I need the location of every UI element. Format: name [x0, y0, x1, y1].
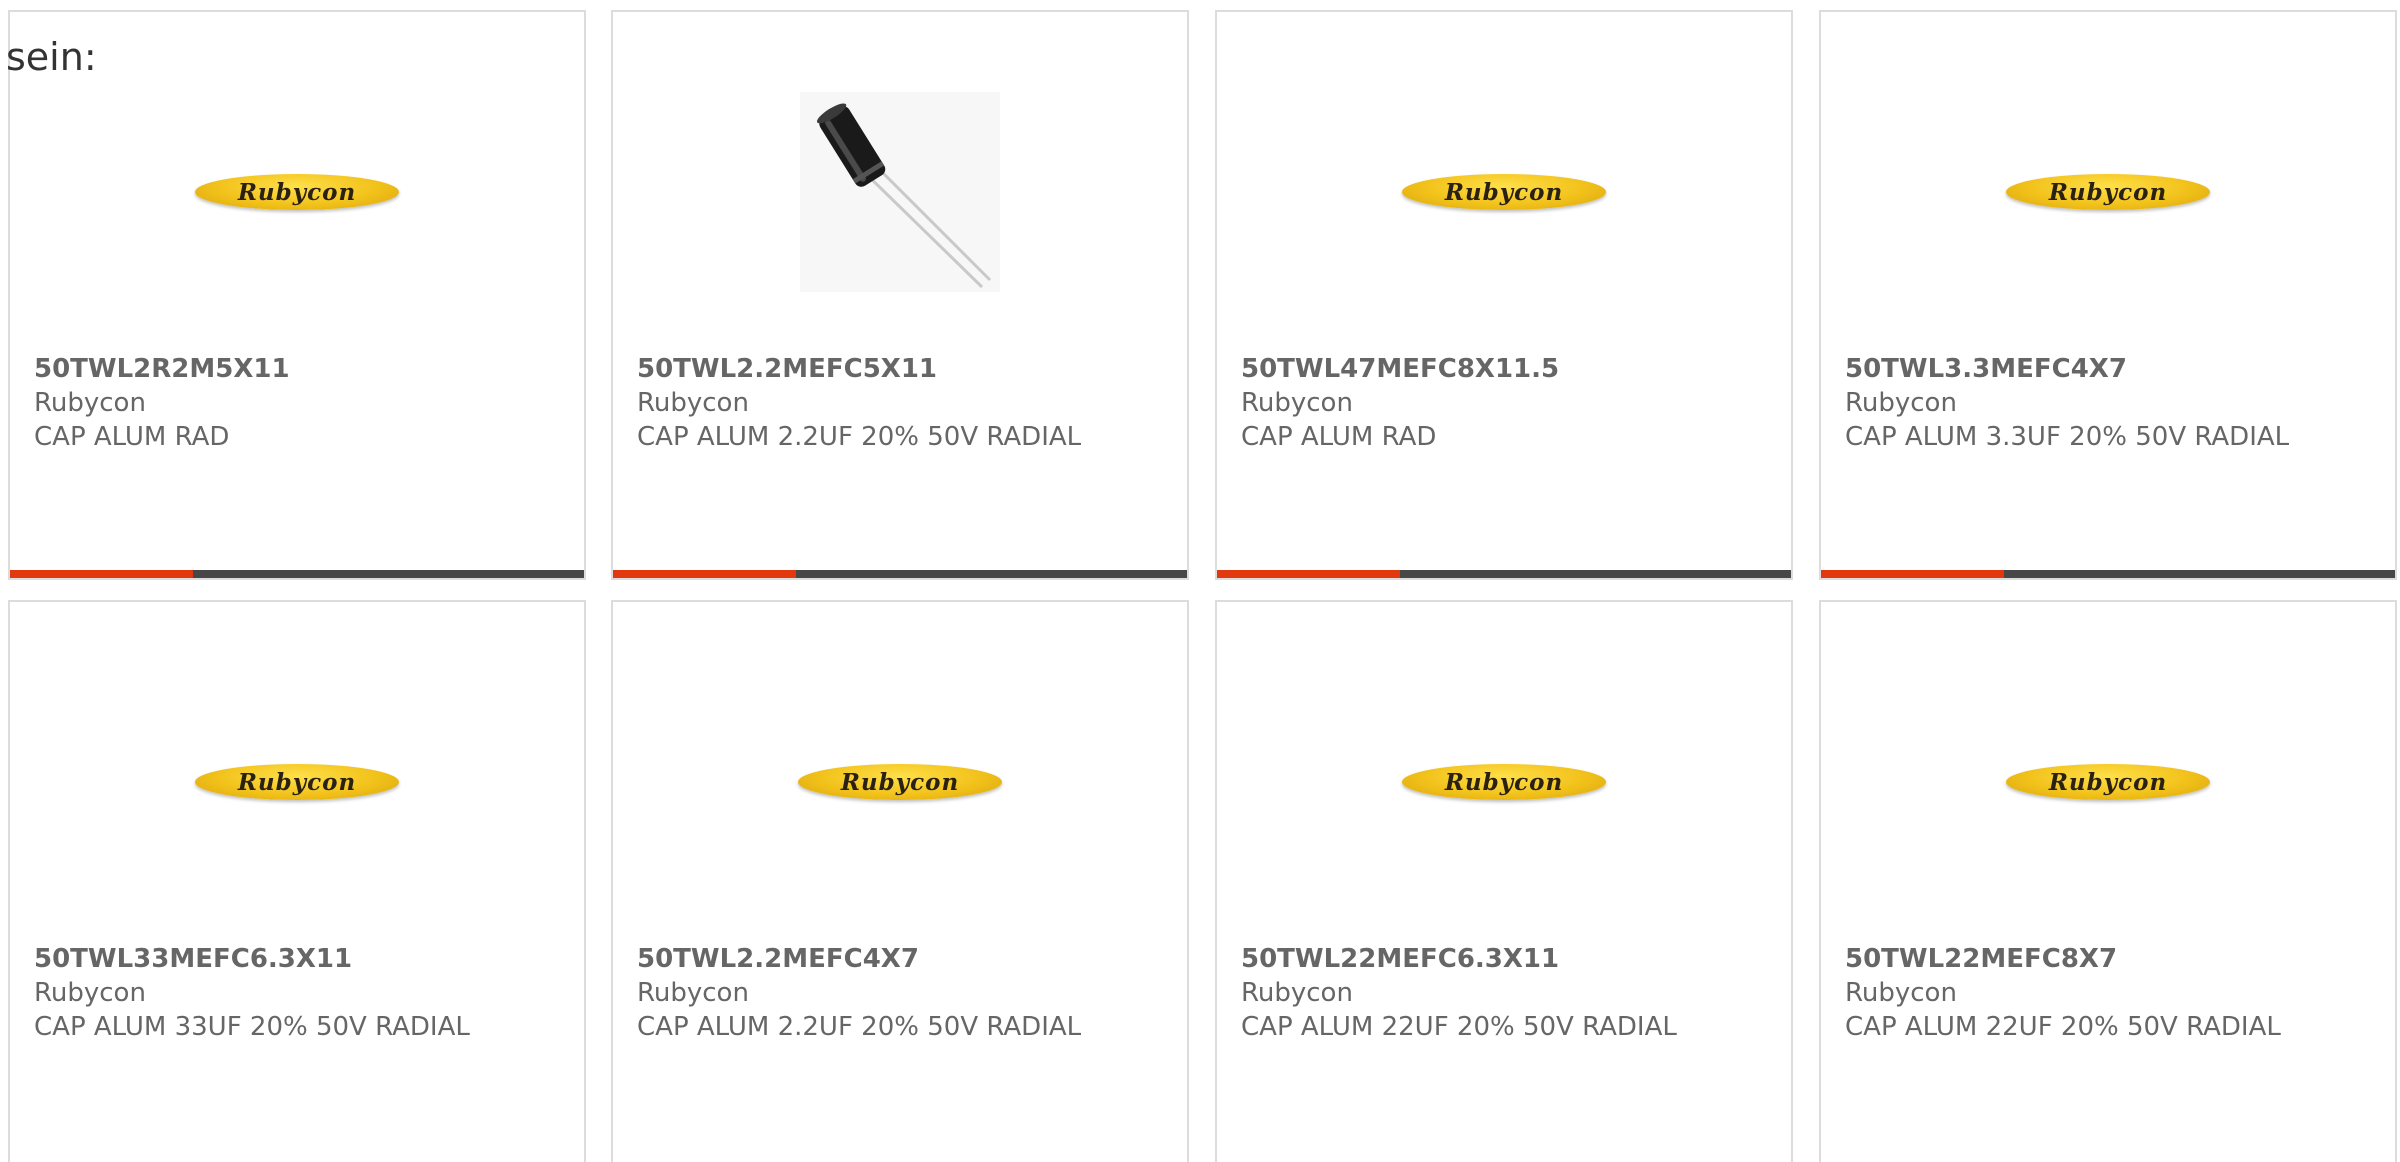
product-image[interactable]: Rubycon: [1821, 82, 2395, 302]
card-accent-bar: [10, 570, 193, 578]
manufacturer: Rubycon: [1241, 978, 1353, 1008]
rubycon-logo: Rubycon: [1402, 764, 1606, 800]
part-number[interactable]: 50TWL22MEFC6.3X11: [1241, 942, 1767, 976]
product-image[interactable]: Rubycon: [1217, 672, 1791, 892]
manufacturer: Rubycon: [34, 978, 146, 1008]
capacitor-icon: [800, 92, 1000, 292]
manufacturer: Rubycon: [1241, 388, 1353, 418]
manufacturer: Rubycon: [1845, 978, 1957, 1008]
product-card[interactable]: Rubycon 50TWL2R2M5X11 Rubycon CAP ALUM R…: [8, 10, 586, 580]
card-bottom-bar: [613, 570, 1187, 578]
description: CAP ALUM 22UF 20% 50V RADIAL: [1241, 1012, 1677, 1042]
product-info: 50TWL2R2M5X11 Rubycon CAP ALUM RAD: [34, 352, 560, 454]
card-accent-bar: [1217, 570, 1400, 578]
product-image[interactable]: Rubycon: [1821, 672, 2395, 892]
manufacturer: Rubycon: [637, 388, 749, 418]
product-image[interactable]: Rubycon: [10, 82, 584, 302]
rubycon-logo: Rubycon: [2006, 174, 2210, 210]
rubycon-logo: Rubycon: [1402, 174, 1606, 210]
description: CAP ALUM 22UF 20% 50V RADIAL: [1845, 1012, 2281, 1042]
description: CAP ALUM 33UF 20% 50V RADIAL: [34, 1012, 470, 1042]
manufacturer: Rubycon: [1845, 388, 1957, 418]
product-info: 50TWL47MEFC8X11.5 Rubycon CAP ALUM RAD: [1241, 352, 1767, 454]
product-info: 50TWL33MEFC6.3X11 Rubycon CAP ALUM 33UF …: [34, 942, 560, 1044]
capacitor-photo: [800, 92, 1000, 292]
rubycon-logo: Rubycon: [2006, 764, 2210, 800]
product-info: 50TWL2.2MEFC4X7 Rubycon CAP ALUM 2.2UF 2…: [637, 942, 1163, 1044]
description: CAP ALUM 2.2UF 20% 50V RADIAL: [637, 422, 1082, 452]
product-card[interactable]: Rubycon 50TWL22MEFC8X7 Rubycon CAP ALUM …: [1819, 600, 2397, 1162]
product-image[interactable]: Rubycon: [10, 672, 584, 892]
rubycon-logo: Rubycon: [798, 764, 1002, 800]
manufacturer: Rubycon: [34, 388, 146, 418]
product-info: 50TWL2.2MEFC5X11 Rubycon CAP ALUM 2.2UF …: [637, 352, 1163, 454]
product-info: 50TWL22MEFC6.3X11 Rubycon CAP ALUM 22UF …: [1241, 942, 1767, 1044]
lead-text: sein:: [6, 35, 97, 79]
product-card[interactable]: 50TWL2.2MEFC5X11 Rubycon CAP ALUM 2.2UF …: [611, 10, 1189, 580]
product-image[interactable]: Rubycon: [1217, 82, 1791, 302]
part-number[interactable]: 50TWL2R2M5X11: [34, 352, 560, 386]
card-bottom-bar: [10, 570, 584, 578]
manufacturer: Rubycon: [637, 978, 749, 1008]
description: CAP ALUM RAD: [34, 422, 230, 452]
product-card[interactable]: Rubycon 50TWL47MEFC8X11.5 Rubycon CAP AL…: [1215, 10, 1793, 580]
product-info: 50TWL3.3MEFC4X7 Rubycon CAP ALUM 3.3UF 2…: [1845, 352, 2371, 454]
product-grid-page: sein: Rubycon 50TWL2R2M5X11 Rubycon CAP …: [0, 0, 2400, 1162]
card-bottom-bar: [1821, 570, 2395, 578]
part-number[interactable]: 50TWL2.2MEFC5X11: [637, 352, 1163, 386]
description: CAP ALUM 3.3UF 20% 50V RADIAL: [1845, 422, 2290, 452]
part-number[interactable]: 50TWL2.2MEFC4X7: [637, 942, 1163, 976]
product-info: 50TWL22MEFC8X7 Rubycon CAP ALUM 22UF 20%…: [1845, 942, 2371, 1044]
product-card[interactable]: Rubycon 50TWL2.2MEFC4X7 Rubycon CAP ALUM…: [611, 600, 1189, 1162]
part-number[interactable]: 50TWL47MEFC8X11.5: [1241, 352, 1767, 386]
product-image[interactable]: Rubycon: [613, 672, 1187, 892]
description: CAP ALUM 2.2UF 20% 50V RADIAL: [637, 1012, 1082, 1042]
card-bottom-bar: [1217, 570, 1791, 578]
product-grid: Rubycon 50TWL2R2M5X11 Rubycon CAP ALUM R…: [0, 0, 2400, 1162]
rubycon-logo: Rubycon: [195, 174, 399, 210]
product-card[interactable]: Rubycon 50TWL22MEFC6.3X11 Rubycon CAP AL…: [1215, 600, 1793, 1162]
rubycon-logo: Rubycon: [195, 764, 399, 800]
card-accent-bar: [1821, 570, 2004, 578]
product-image[interactable]: [613, 82, 1187, 302]
part-number[interactable]: 50TWL3.3MEFC4X7: [1845, 352, 2371, 386]
product-card[interactable]: Rubycon 50TWL3.3MEFC4X7 Rubycon CAP ALUM…: [1819, 10, 2397, 580]
description: CAP ALUM RAD: [1241, 422, 1437, 452]
part-number[interactable]: 50TWL22MEFC8X7: [1845, 942, 2371, 976]
product-card[interactable]: Rubycon 50TWL33MEFC6.3X11 Rubycon CAP AL…: [8, 600, 586, 1162]
part-number[interactable]: 50TWL33MEFC6.3X11: [34, 942, 560, 976]
card-accent-bar: [613, 570, 796, 578]
